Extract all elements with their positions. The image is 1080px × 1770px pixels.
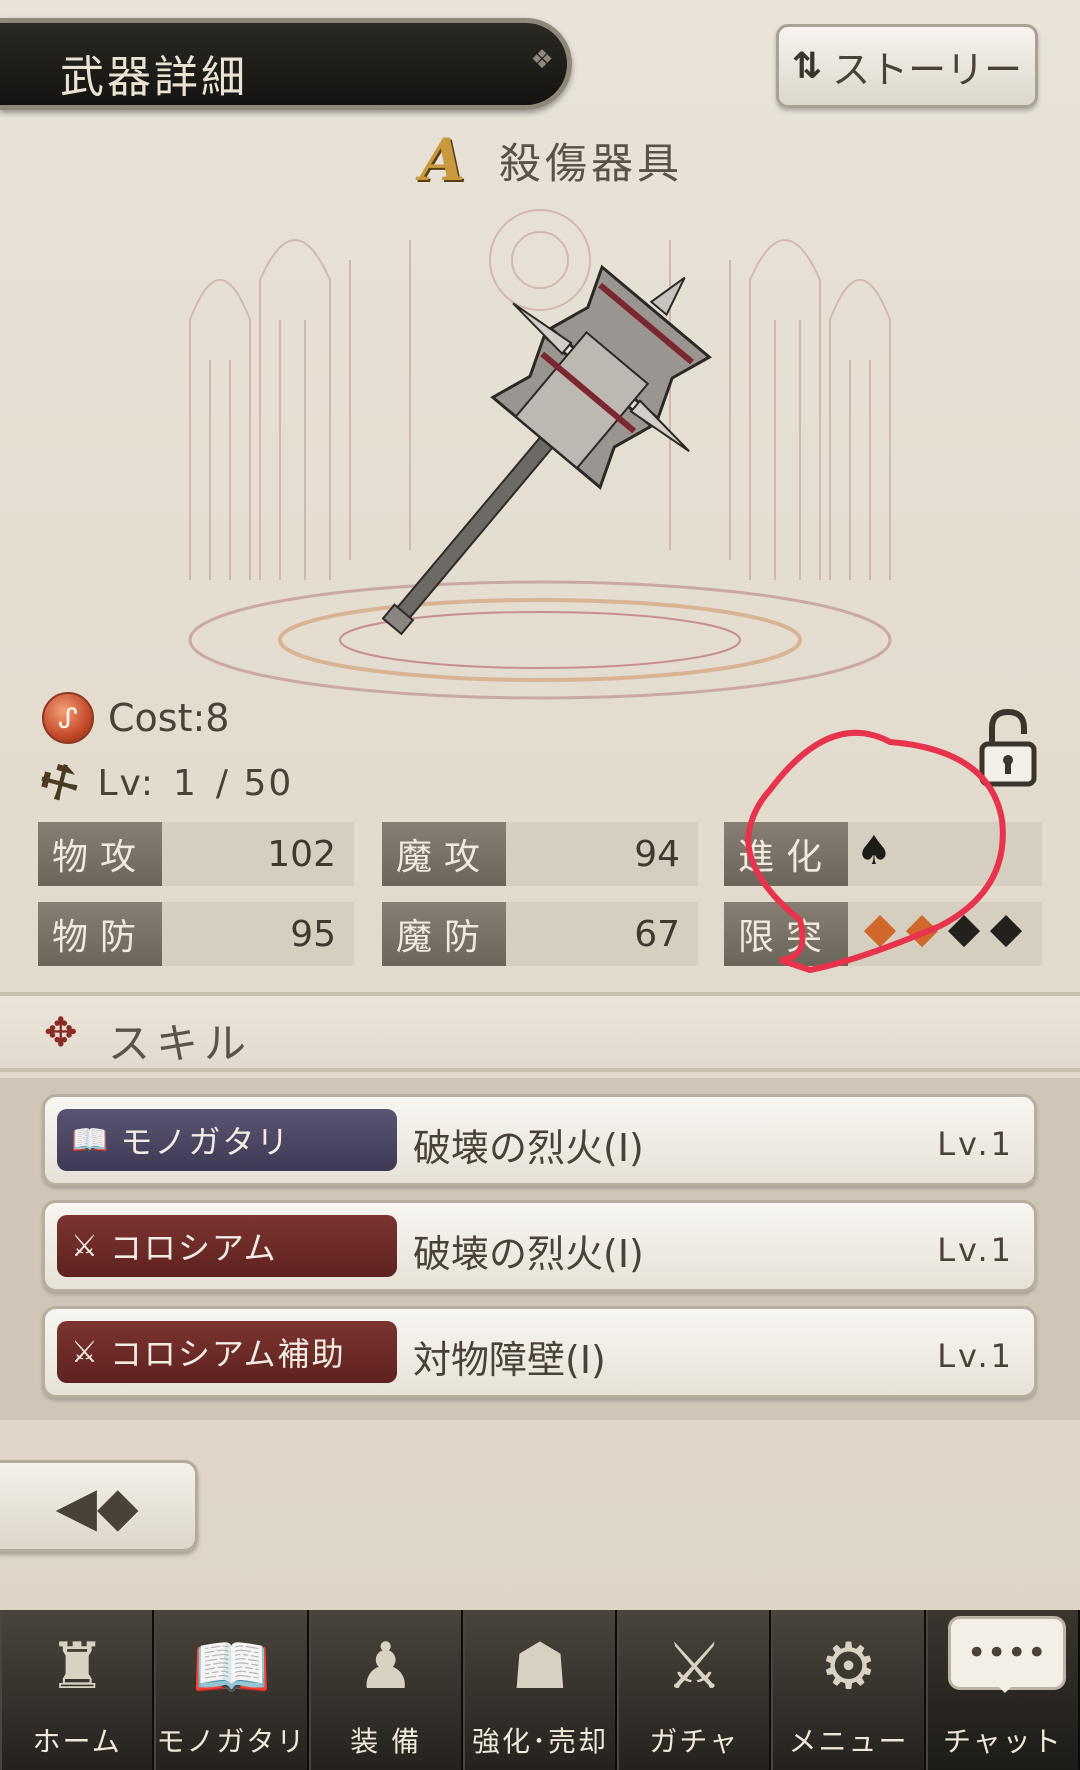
rank-badge: A [420,126,466,194]
page-title: 武器詳細 [60,52,248,103]
skill-level: Lv.1 [937,1125,1014,1163]
nav-label: メニュー [788,1725,909,1758]
skill-name: 対物障壁(Ⅰ) [413,1338,606,1382]
fire-cost-icon: ᔑ [42,692,94,744]
skill-tag-story: 📖 モノガタリ [57,1109,397,1171]
stat-value: 95 [290,913,336,955]
open-book-icon: 📖 [191,1631,272,1705]
stat-label: 物防 [38,902,162,966]
nav-label: ホーム [32,1725,122,1758]
nav-menu[interactable]: ⚙ メニュー [771,1610,926,1770]
fleur-icon: ✥ [44,1010,78,1056]
nav-equip[interactable]: ♟ 装 備 [308,1610,463,1770]
stat-value: 67 [634,913,680,955]
crossed-swords-support-icon: ⚔ [71,1334,100,1370]
nav-label: チャット [942,1725,1063,1758]
stat-label: 魔攻 [382,822,506,886]
castle-icon: ♜ [48,1630,106,1704]
cost-value: Cost:8 [108,696,230,740]
stat-value: 94 [634,833,680,875]
stat-label: 物攻 [38,822,162,886]
ornament-icon: ❖ [530,45,554,75]
skill-section-header: ✥ スキル [0,992,1080,1072]
nav-label: 装 備 [350,1725,422,1758]
weapon-name-row: A 殺傷器具 [420,126,683,194]
skill-row[interactable]: ⚔ コロシアム補助 対物障壁(Ⅰ) Lv.1 [42,1306,1037,1398]
story-button-label: ストーリー [832,47,1023,92]
level-current: 1 [172,763,198,804]
stat-phys-def: 物防 95 [38,902,354,966]
nav-upgrade-sell[interactable]: ☗ 強化･売却 [462,1610,618,1770]
skill-name: 破壊の烈火(Ⅰ) [413,1232,644,1276]
skill-tag-label: コロシアム補助 [109,1335,346,1373]
weapon-image [381,264,712,636]
red-circle-annotation [744,729,1006,974]
skill-tag-label: コロシアム [109,1229,278,1267]
skill-row[interactable]: ⚔ コロシアム 破壊の烈火(Ⅰ) Lv.1 [42,1200,1037,1292]
skill-row[interactable]: 📖 モノガタリ 破壊の烈火(Ⅰ) Lv.1 [42,1094,1037,1186]
chat-bubble-icon: •••• [947,1616,1066,1693]
stat-value: 102 [267,833,336,875]
skill-level: Lv.1 [937,1231,1014,1269]
pedestal [188,580,892,700]
nav-label: ガチャ [649,1725,740,1758]
back-button[interactable]: ◀◆ [0,1460,198,1552]
skill-tag-colosseum: ⚔ コロシアム [57,1215,397,1277]
cost-row: ᔑ Cost:8 [42,692,229,744]
story-button[interactable]: ⇅ ストーリー [776,24,1038,108]
skill-level: Lv.1 [937,1337,1014,1375]
gears-icon: ⚙ [819,1630,878,1704]
nav-label: モノガタリ [156,1725,307,1758]
skill-section-title: スキル [108,1019,253,1068]
skill-tag-colosseum-support: ⚔ コロシアム補助 [57,1321,397,1383]
hammer-icon: ⚒ [29,751,90,816]
nav-gacha[interactable]: ⚔ ガチャ [617,1610,772,1770]
weapon-detail-screen: 武器詳細 ❖ ⇅ ストーリー A 殺傷器具 ᔑ Cost:8 ⚒ Lv: 1 /… [0,0,1080,1770]
bottom-nav: ♜ ホーム 📖 モノガタリ ♟ 装 備 ☗ 強化･売却 ⚔ ガチャ ⚙ メニュー… [0,1610,1080,1770]
title-bar: 武器詳細 ❖ [0,18,572,110]
weapon-name: 殺傷器具 [499,138,684,188]
nav-story[interactable]: 📖 モノガタリ [154,1610,309,1770]
stat-mag-atk: 魔攻 94 [382,822,698,886]
stat-phys-atk: 物攻 102 [38,822,354,886]
skill-tag-label: モノガタリ [120,1123,291,1161]
level-row: ⚒ Lv: 1 / 50 [30,752,294,816]
stat-label: 魔防 [382,902,506,966]
nav-label: 強化･売却 [471,1725,608,1758]
nav-home[interactable]: ♜ ホーム [0,1610,155,1770]
weapon-showcase [188,209,892,700]
level-prefix: Lv: [97,763,155,804]
back-arrow-icon: ◀◆ [55,1474,139,1538]
book-icon: 📖 [71,1122,111,1158]
swap-arrows-icon: ⇅ [791,45,823,87]
swords-icon: ⚔ [665,1630,723,1704]
skill-list: 📖 モノガタリ 破壊の烈火(Ⅰ) Lv.1 ⚔ コロシアム 破壊の烈火(Ⅰ) L… [0,1078,1080,1420]
skill-name: 破壊の烈火(Ⅰ) [413,1126,644,1170]
nav-chat[interactable]: •••• チャット [925,1610,1080,1770]
mask-icon: ☗ [511,1630,569,1704]
stat-mag-def: 魔防 67 [382,902,698,966]
puppet-icon: ♟ [357,1630,415,1704]
crossed-swords-icon: ⚔ [71,1228,100,1264]
level-max: / 50 [215,763,294,804]
